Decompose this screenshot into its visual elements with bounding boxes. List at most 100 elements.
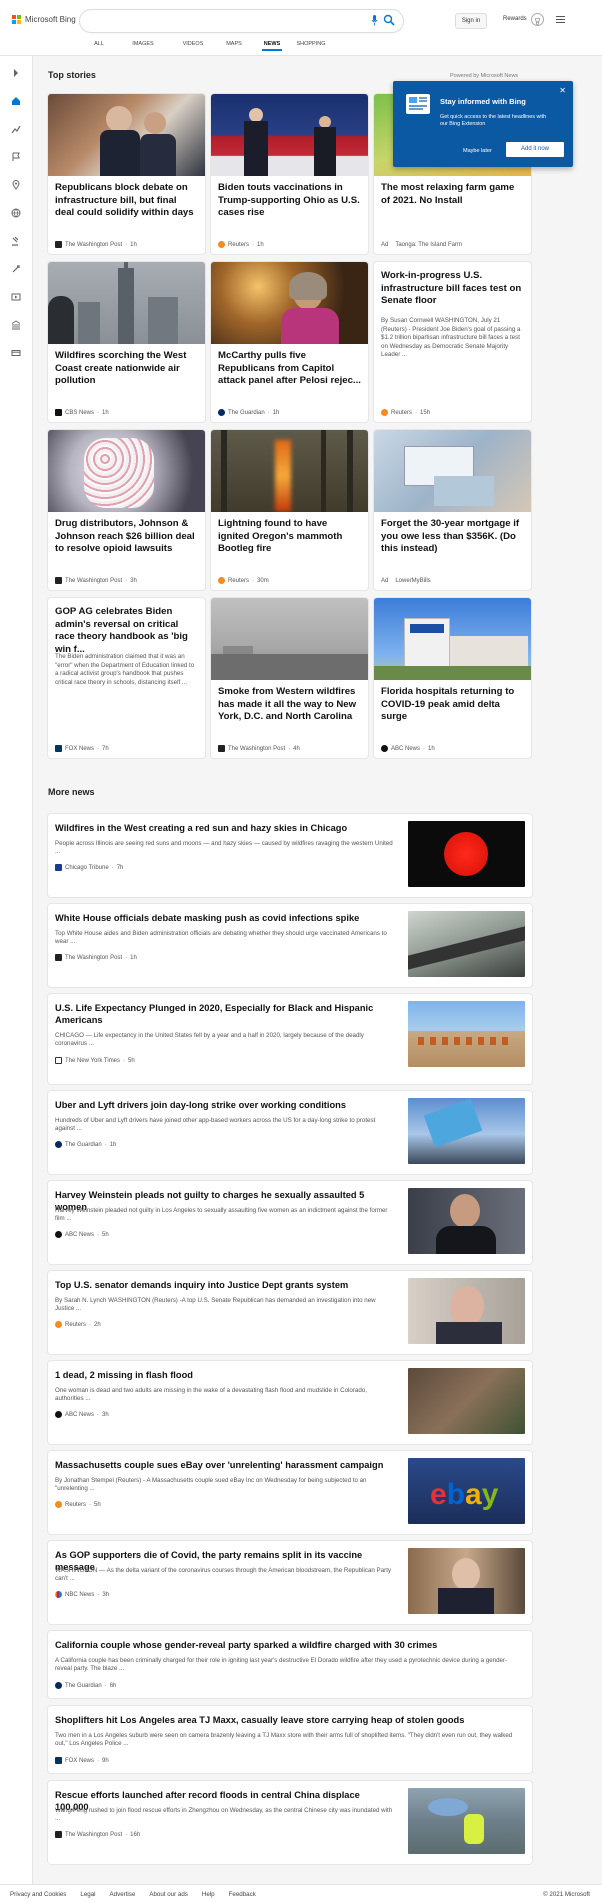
news-item[interactable]: California couple whose gender-reveal pa… xyxy=(48,1631,532,1698)
money-card-icon[interactable] xyxy=(9,346,23,360)
washington-post-logo-icon xyxy=(55,577,62,584)
story-source: The Guardian · 1h xyxy=(218,409,279,416)
story-source: Reuters · 30m xyxy=(218,577,269,584)
washington-post-logo-icon xyxy=(55,1831,62,1838)
ebay-logo: ebay xyxy=(430,1478,499,1511)
footer-link-legal[interactable]: Legal xyxy=(80,1891,95,1898)
news-title[interactable]: California couple whose gender-reveal pa… xyxy=(55,1639,515,1651)
cbs-news-logo-icon xyxy=(55,409,62,416)
story-source: FOX News · 7h xyxy=(55,745,109,752)
news-image xyxy=(408,1001,525,1067)
story-card[interactable]: Drug distributors, Johnson & Johnson rea… xyxy=(48,430,205,590)
story-title[interactable]: McCarthy pulls five Republicans from Cap… xyxy=(218,350,361,388)
world-globe-icon[interactable] xyxy=(9,206,23,220)
news-item[interactable]: Wildfires in the West creating a red sun… xyxy=(48,814,532,897)
news-description: People across Illinois are seeing red su… xyxy=(55,840,393,856)
story-card[interactable]: Lightning found to have ignited Oregon's… xyxy=(211,430,368,590)
tab-all[interactable]: ALL xyxy=(90,41,108,47)
story-title[interactable]: Wildfires scorching the West Coast creat… xyxy=(55,350,198,388)
story-title[interactable]: Drug distributors, Johnson & Johnson rea… xyxy=(55,518,198,556)
us-flag-icon[interactable] xyxy=(9,150,23,164)
footer-link-advertise[interactable]: Advertise xyxy=(110,1891,136,1898)
news-title[interactable]: Top U.S. senator demands inquiry into Ju… xyxy=(55,1279,395,1291)
footer-link-help[interactable]: Help xyxy=(202,1891,215,1898)
microphone-icon[interactable] xyxy=(371,15,378,26)
politics-icon[interactable] xyxy=(9,234,23,248)
news-source: Chicago Tribune · 7h xyxy=(55,864,123,871)
news-item[interactable]: 1 dead, 2 missing in flash flood One wom… xyxy=(48,1361,532,1444)
story-title[interactable]: Smoke from Western wildfires has made it… xyxy=(218,686,361,724)
story-card[interactable]: McCarthy pulls five Republicans from Cap… xyxy=(211,262,368,422)
story-title[interactable]: GOP AG celebrates Biden admin's reversal… xyxy=(55,606,198,656)
tab-news[interactable]: NEWS xyxy=(262,41,282,51)
news-item[interactable]: Shoplifters hit Los Angeles area TJ Maxx… xyxy=(48,1706,532,1773)
news-item[interactable]: Rescue efforts launched after record flo… xyxy=(48,1781,532,1864)
news-item[interactable]: White House officials debate masking pus… xyxy=(48,904,532,987)
add-it-now-button[interactable]: Add it now xyxy=(506,142,564,157)
story-title[interactable]: Florida hospitals returning to COVID-19 … xyxy=(381,686,524,724)
news-item[interactable]: Top U.S. senator demands inquiry into Ju… xyxy=(48,1271,532,1354)
news-image xyxy=(408,1368,525,1434)
story-title[interactable]: Work-in-progress U.S. infrastructure bil… xyxy=(381,270,524,308)
ad-card[interactable]: Forget the 30-year mortgage if you owe l… xyxy=(374,430,531,590)
news-title[interactable]: Wildfires in the West creating a red sun… xyxy=(55,822,395,834)
story-source: The Washington Post · 4h xyxy=(218,745,300,752)
news-title[interactable]: White House officials debate masking pus… xyxy=(55,912,395,924)
news-image: ebay xyxy=(408,1458,525,1524)
maybe-later-button[interactable]: Maybe later xyxy=(463,148,492,154)
expand-sidebar-icon[interactable] xyxy=(9,66,23,80)
story-card[interactable]: Wildfires scorching the West Coast creat… xyxy=(48,262,205,422)
news-description: Top White House aides and Biden administ… xyxy=(55,930,387,946)
story-card[interactable]: GOP AG celebrates Biden admin's reversal… xyxy=(48,598,205,758)
footer-link-about-ads[interactable]: About our ads xyxy=(149,1891,188,1898)
story-title[interactable]: Republicans block debate on infrastructu… xyxy=(55,182,198,220)
menu-icon[interactable] xyxy=(556,16,565,25)
news-image xyxy=(408,821,525,887)
close-icon[interactable]: ✕ xyxy=(559,86,566,95)
tab-images[interactable]: IMAGES xyxy=(116,41,170,47)
news-item[interactable]: Uber and Lyft drivers join day-long stri… xyxy=(48,1091,532,1174)
tab-maps[interactable]: MAPS xyxy=(223,41,245,47)
news-title[interactable]: 1 dead, 2 missing in flash flood xyxy=(55,1369,395,1381)
story-title[interactable]: Biden touts vaccinations in Trump-suppor… xyxy=(218,182,361,220)
rewards-medal-icon[interactable] xyxy=(531,13,544,26)
footer-link-privacy[interactable]: Privacy and Cookies xyxy=(10,1891,66,1898)
tab-videos[interactable]: VIDEOS xyxy=(176,41,210,47)
story-card[interactable]: Florida hospitals returning to COVID-19 … xyxy=(374,598,531,758)
story-card[interactable]: Smoke from Western wildfires has made it… xyxy=(211,598,368,758)
story-card[interactable]: Work-in-progress U.S. infrastructure bil… xyxy=(374,262,531,422)
story-title[interactable]: Lightning found to have ignited Oregon's… xyxy=(218,518,361,556)
science-rocket-icon[interactable] xyxy=(9,262,23,276)
home-icon[interactable] xyxy=(9,94,23,108)
story-card[interactable]: Biden touts vaccinations in Trump-suppor… xyxy=(211,94,368,254)
reuters-logo-icon xyxy=(218,577,225,584)
ad-title[interactable]: Forget the 30-year mortgage if you owe l… xyxy=(381,518,524,556)
news-item[interactable]: Harvey Weinstein pleads not guilty to ch… xyxy=(48,1181,532,1264)
search-icon[interactable] xyxy=(383,14,395,26)
news-source: Reuters · 2h xyxy=(55,1321,101,1328)
entertainment-icon[interactable] xyxy=(9,290,23,304)
news-title[interactable]: Massachusetts couple sues eBay over 'unr… xyxy=(55,1459,395,1471)
news-item[interactable]: U.S. Life Expectancy Plunged in 2020, Es… xyxy=(48,994,532,1084)
category-sidebar xyxy=(0,56,33,1886)
ad-title[interactable]: The most relaxing farm game of 2021. No … xyxy=(381,182,524,207)
story-image xyxy=(48,262,205,344)
trending-icon[interactable] xyxy=(9,122,23,136)
story-card[interactable]: Republicans block debate on infrastructu… xyxy=(48,94,205,254)
local-pin-icon[interactable] xyxy=(9,178,23,192)
bing-logo[interactable]: Microsoft Bing xyxy=(12,15,76,24)
the-guardian-logo-icon xyxy=(218,409,225,416)
search-input[interactable] xyxy=(80,10,403,32)
news-item[interactable]: Massachusetts couple sues eBay over 'unr… xyxy=(48,1451,532,1534)
news-item[interactable]: As GOP supporters die of Covid, the part… xyxy=(48,1541,532,1624)
footer: Privacy and Cookies Legal Advertise Abou… xyxy=(0,1884,602,1903)
news-title[interactable]: Uber and Lyft drivers join day-long stri… xyxy=(55,1099,395,1111)
rewards-link[interactable]: Rewards xyxy=(503,16,527,22)
tab-shopping[interactable]: SHOPPING xyxy=(296,41,326,47)
business-bank-icon[interactable] xyxy=(9,318,23,332)
news-title[interactable]: Shoplifters hit Los Angeles area TJ Maxx… xyxy=(55,1714,515,1726)
sign-in-button[interactable]: Sign in xyxy=(455,13,487,29)
footer-link-feedback[interactable]: Feedback xyxy=(229,1891,256,1898)
story-image xyxy=(48,430,205,512)
news-title[interactable]: U.S. Life Expectancy Plunged in 2020, Es… xyxy=(55,1002,395,1026)
